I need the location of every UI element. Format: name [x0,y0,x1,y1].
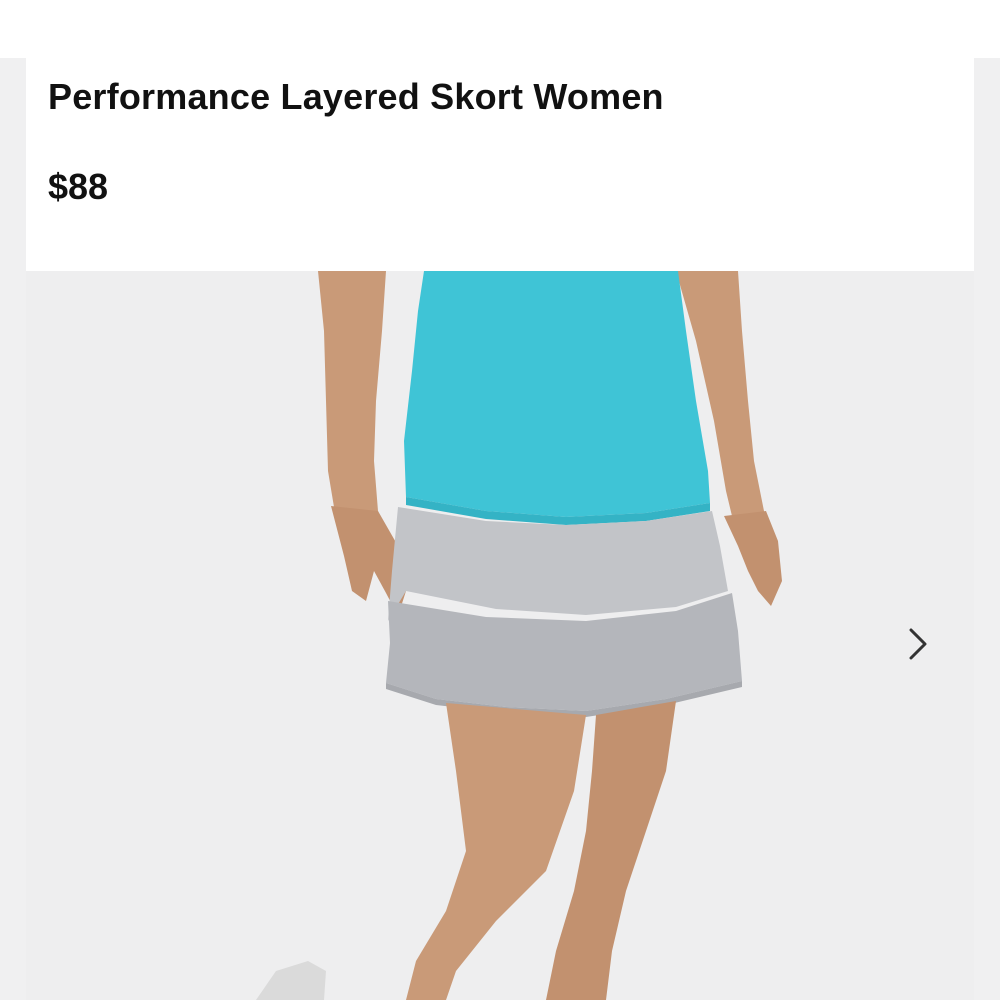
page: Performance Layered Skort Women $88 [0,0,1000,1000]
product-photo [26,271,974,1000]
right-margin [974,58,1000,1000]
product-header: Performance Layered Skort Women $88 [26,58,974,271]
product-price: $88 [48,166,109,207]
chevron-right-icon [909,628,927,660]
next-image-button[interactable] [906,626,946,670]
product-screen: Performance Layered Skort Women $88 [0,58,1000,1000]
product-image-gallery[interactable] [26,271,974,1000]
left-margin [0,58,26,1000]
product-title: Performance Layered Skort Women [48,76,664,117]
